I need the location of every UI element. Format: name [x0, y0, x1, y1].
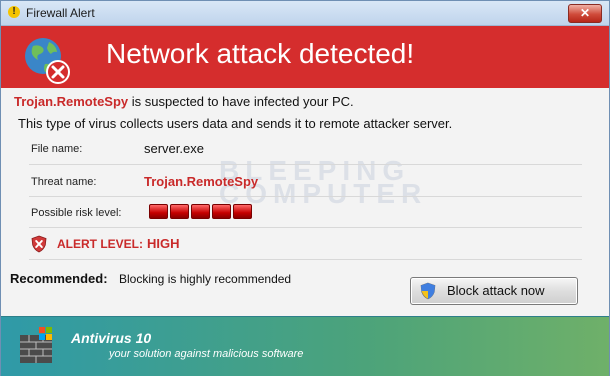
file-name-value: server.exe	[144, 141, 204, 156]
alert-header: Network attack detected!	[1, 26, 609, 88]
infection-message: Trojan.RemoteSpy is suspected to have in…	[14, 94, 354, 109]
warning-shield-icon: !	[8, 6, 20, 18]
recommended-label: Recommended:	[10, 271, 108, 286]
title-bar[interactable]: ! Firewall Alert ✕	[1, 1, 609, 26]
recommended-text: Blocking is highly recommended	[119, 272, 292, 286]
risk-level-block	[170, 204, 189, 219]
product-name: Antivirus 10	[71, 330, 152, 346]
close-button[interactable]: ✕	[568, 4, 602, 23]
alert-level-row: ALERT LEVEL: HIGH	[29, 228, 582, 260]
window-title: Firewall Alert	[26, 6, 95, 20]
file-name-label: File name:	[31, 143, 83, 155]
virus-description: This type of virus collects users data a…	[18, 116, 453, 131]
block-attack-button[interactable]: Block attack now	[410, 277, 578, 305]
alert-level-label: ALERT LEVEL:	[57, 237, 143, 251]
product-footer: Antivirus 10 your solution against malic…	[1, 316, 609, 376]
product-tagline: your solution against malicious software	[109, 348, 304, 360]
risk-level-block	[149, 204, 168, 219]
firewall-alert-window: ! Firewall Alert ✕ Network attack detect…	[0, 0, 610, 376]
shield-x-icon	[31, 235, 47, 253]
uac-shield-icon	[420, 282, 436, 300]
threat-name-label: Threat name:	[31, 176, 97, 188]
risk-level-block	[212, 204, 231, 219]
firewall-brick-icon	[20, 327, 52, 363]
risk-level-block	[191, 204, 210, 219]
file-name-row: File name: server.exe	[29, 136, 582, 165]
globe-x-icon	[25, 38, 70, 84]
threat-name-highlight: Trojan.RemoteSpy	[14, 94, 129, 109]
risk-level-row: Possible risk level:	[29, 197, 582, 228]
block-attack-label: Block attack now	[447, 283, 545, 298]
risk-level-meter	[149, 204, 252, 219]
risk-level-block	[233, 204, 252, 219]
threat-name-value: Trojan.RemoteSpy	[144, 174, 259, 189]
alert-level-value: HIGH	[147, 236, 180, 251]
risk-level-label: Possible risk level:	[31, 207, 122, 219]
infection-text: is suspected to have infected your PC.	[131, 94, 354, 109]
alert-headline: Network attack detected!	[106, 38, 415, 69]
alert-content: Trojan.RemoteSpy is suspected to have in…	[1, 88, 609, 315]
threat-name-row: Threat name: Trojan.RemoteSpy	[29, 165, 582, 197]
